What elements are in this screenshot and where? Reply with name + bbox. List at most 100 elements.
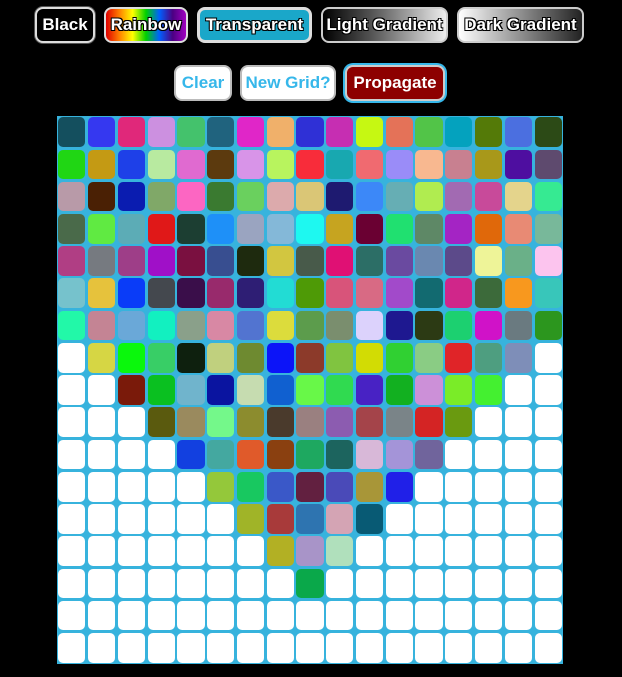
grid-cell[interactable] bbox=[296, 181, 324, 212]
grid-cell[interactable] bbox=[207, 117, 235, 147]
grid-cell[interactable] bbox=[385, 246, 413, 276]
grid-cell[interactable] bbox=[58, 246, 86, 276]
grid-cell[interactable] bbox=[177, 471, 205, 502]
grid-cell[interactable] bbox=[415, 471, 443, 502]
grid-cell[interactable] bbox=[475, 149, 503, 180]
grid-cell[interactable] bbox=[147, 310, 175, 341]
grid-cell[interactable] bbox=[266, 471, 294, 502]
grid-cell[interactable] bbox=[355, 600, 384, 631]
grid-cell[interactable] bbox=[207, 407, 235, 438]
dark-gradient-button[interactable]: Dark Gradient bbox=[457, 7, 584, 43]
grid-cell[interactable] bbox=[236, 342, 265, 373]
grid-cell[interactable] bbox=[415, 310, 443, 341]
grid-cell[interactable] bbox=[177, 504, 205, 534]
grid-cell[interactable] bbox=[296, 149, 324, 180]
grid-cell[interactable] bbox=[236, 568, 265, 599]
grid-cell[interactable] bbox=[236, 278, 265, 309]
grid-cell[interactable] bbox=[355, 375, 384, 405]
grid-cell[interactable] bbox=[58, 471, 86, 502]
propagate-button[interactable]: Propagate bbox=[345, 65, 445, 101]
grid-cell[interactable] bbox=[415, 504, 443, 534]
grid-cell[interactable] bbox=[415, 536, 443, 566]
grid-cell[interactable] bbox=[58, 342, 86, 373]
grid-cell[interactable] bbox=[445, 536, 473, 566]
grid-cell[interactable] bbox=[266, 310, 294, 341]
grid-cell[interactable] bbox=[355, 214, 384, 244]
grid-cell[interactable] bbox=[534, 214, 562, 244]
grid-cell[interactable] bbox=[385, 504, 413, 534]
grid-cell[interactable] bbox=[534, 310, 562, 341]
grid-cell[interactable] bbox=[117, 149, 145, 180]
grid-cell[interactable] bbox=[355, 536, 384, 566]
grid-cell[interactable] bbox=[504, 504, 532, 534]
rainbow-mode-button[interactable]: Rainbow bbox=[104, 7, 188, 43]
grid-cell[interactable] bbox=[236, 600, 265, 631]
grid-cell[interactable] bbox=[177, 600, 205, 631]
grid-cell[interactable] bbox=[88, 214, 116, 244]
grid-cell[interactable] bbox=[58, 117, 86, 147]
grid-cell[interactable] bbox=[88, 181, 116, 212]
grid-cell[interactable] bbox=[147, 600, 175, 631]
grid-cell[interactable] bbox=[504, 600, 532, 631]
grid-cell[interactable] bbox=[326, 149, 354, 180]
grid-cell[interactable] bbox=[385, 536, 413, 566]
grid-cell[interactable] bbox=[58, 149, 86, 180]
grid-cell[interactable] bbox=[475, 214, 503, 244]
grid-cell[interactable] bbox=[415, 568, 443, 599]
grid-cell[interactable] bbox=[266, 246, 294, 276]
grid-cell[interactable] bbox=[266, 504, 294, 534]
grid-cell[interactable] bbox=[266, 568, 294, 599]
grid-cell[interactable] bbox=[117, 504, 145, 534]
grid-cell[interactable] bbox=[207, 310, 235, 341]
grid-cell[interactable] bbox=[147, 504, 175, 534]
grid-cell[interactable] bbox=[445, 439, 473, 470]
clear-button[interactable]: Clear bbox=[174, 65, 232, 101]
grid-cell[interactable] bbox=[504, 278, 532, 309]
grid-cell[interactable] bbox=[385, 407, 413, 438]
grid-cell[interactable] bbox=[296, 407, 324, 438]
grid-cell[interactable] bbox=[475, 375, 503, 405]
grid-cell[interactable] bbox=[147, 246, 175, 276]
grid-cell[interactable] bbox=[326, 278, 354, 309]
grid-cell[interactable] bbox=[58, 181, 86, 212]
grid-cell[interactable] bbox=[326, 342, 354, 373]
grid-cell[interactable] bbox=[88, 342, 116, 373]
grid-cell[interactable] bbox=[58, 568, 86, 599]
grid-cell[interactable] bbox=[236, 633, 265, 663]
grid-cell[interactable] bbox=[445, 181, 473, 212]
grid-cell[interactable] bbox=[147, 439, 175, 470]
grid-cell[interactable] bbox=[385, 181, 413, 212]
grid-cell[interactable] bbox=[88, 600, 116, 631]
grid-cell[interactable] bbox=[147, 471, 175, 502]
grid-cell[interactable] bbox=[207, 278, 235, 309]
grid-cell[interactable] bbox=[266, 633, 294, 663]
grid-cell[interactable] bbox=[236, 149, 265, 180]
grid-cell[interactable] bbox=[266, 439, 294, 470]
grid-cell[interactable] bbox=[236, 439, 265, 470]
grid-cell[interactable] bbox=[445, 633, 473, 663]
grid-cell[interactable] bbox=[415, 600, 443, 631]
grid-cell[interactable] bbox=[117, 536, 145, 566]
grid-cell[interactable] bbox=[296, 310, 324, 341]
grid-cell[interactable] bbox=[355, 504, 384, 534]
grid-cell[interactable] bbox=[266, 117, 294, 147]
grid-cell[interactable] bbox=[88, 504, 116, 534]
grid-cell[interactable] bbox=[504, 536, 532, 566]
grid-cell[interactable] bbox=[415, 407, 443, 438]
grid-cell[interactable] bbox=[266, 342, 294, 373]
grid-cell[interactable] bbox=[88, 246, 116, 276]
grid-cell[interactable] bbox=[504, 310, 532, 341]
grid-cell[interactable] bbox=[445, 471, 473, 502]
grid-cell[interactable] bbox=[385, 310, 413, 341]
grid-cell[interactable] bbox=[326, 568, 354, 599]
grid-cell[interactable] bbox=[415, 375, 443, 405]
grid-cell[interactable] bbox=[88, 439, 116, 470]
grid-cell[interactable] bbox=[385, 633, 413, 663]
grid-cell[interactable] bbox=[504, 471, 532, 502]
grid-cell[interactable] bbox=[326, 439, 354, 470]
grid-cell[interactable] bbox=[266, 407, 294, 438]
grid-cell[interactable] bbox=[88, 310, 116, 341]
grid-cell[interactable] bbox=[445, 117, 473, 147]
grid-cell[interactable] bbox=[88, 568, 116, 599]
grid-cell[interactable] bbox=[326, 310, 354, 341]
